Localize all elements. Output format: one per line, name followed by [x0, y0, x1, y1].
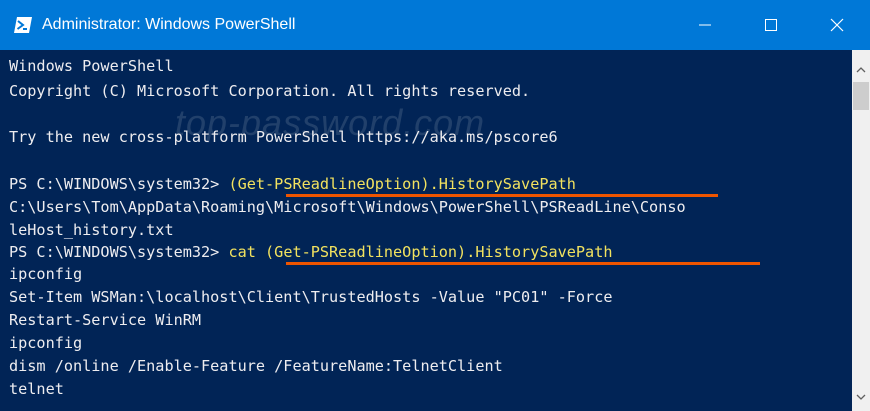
prompt-line: PS C:\WINDOWS\system32> cat (Get-PSReadl… — [9, 241, 613, 263]
console-line: Windows PowerShell — [9, 57, 174, 75]
maximize-button[interactable] — [738, 0, 804, 50]
vertical-scrollbar[interactable] — [852, 50, 870, 411]
minimize-button[interactable] — [672, 0, 738, 50]
scroll-thumb[interactable] — [853, 82, 869, 110]
window-title: Administrator: Windows PowerShell — [42, 16, 296, 33]
console-line: Set-Item WSMan:\localhost\Client\Trusted… — [9, 288, 613, 306]
console-line: ipconfig — [9, 265, 83, 283]
prompt: PS C:\WINDOWS\system32> — [9, 243, 229, 261]
prompt-line: PS C:\WINDOWS\system32> (Get-PSReadlineO… — [9, 173, 576, 195]
console-line: leHost_history.txt — [9, 221, 174, 239]
scroll-down-button[interactable] — [852, 387, 870, 407]
chevron-down-icon — [856, 394, 866, 400]
console-line: Copyright (C) Microsoft Corporation. All… — [9, 82, 531, 100]
maximize-icon — [765, 19, 777, 31]
powershell-window: Administrator: Windows PowerShell Window… — [0, 0, 870, 411]
console-line: dism /online /Enable-Feature /FeatureNam… — [9, 357, 503, 375]
prompt: PS C:\WINDOWS\system32> — [9, 175, 229, 193]
command-text: (Get-PSReadlineOption).HistorySavePath — [228, 175, 576, 193]
chevron-up-icon — [856, 67, 866, 73]
console-line: C:\Users\Tom\AppData\Roaming\Microsoft\W… — [9, 198, 686, 216]
scroll-up-button[interactable] — [852, 60, 870, 80]
command-text: cat (Get-PSReadlineOption).HistorySavePa… — [228, 243, 613, 261]
minimize-icon — [699, 24, 711, 26]
title-bar[interactable]: Administrator: Windows PowerShell — [0, 0, 870, 50]
console-line: telnet — [9, 380, 64, 398]
close-button[interactable] — [804, 0, 870, 50]
console-line: ipconfig — [9, 334, 83, 352]
console-line: Restart-Service WinRM — [9, 311, 202, 329]
powershell-icon — [14, 17, 32, 33]
watermark: top-password.com — [175, 102, 486, 143]
close-icon — [830, 18, 844, 32]
highlight-underline — [286, 262, 760, 265]
